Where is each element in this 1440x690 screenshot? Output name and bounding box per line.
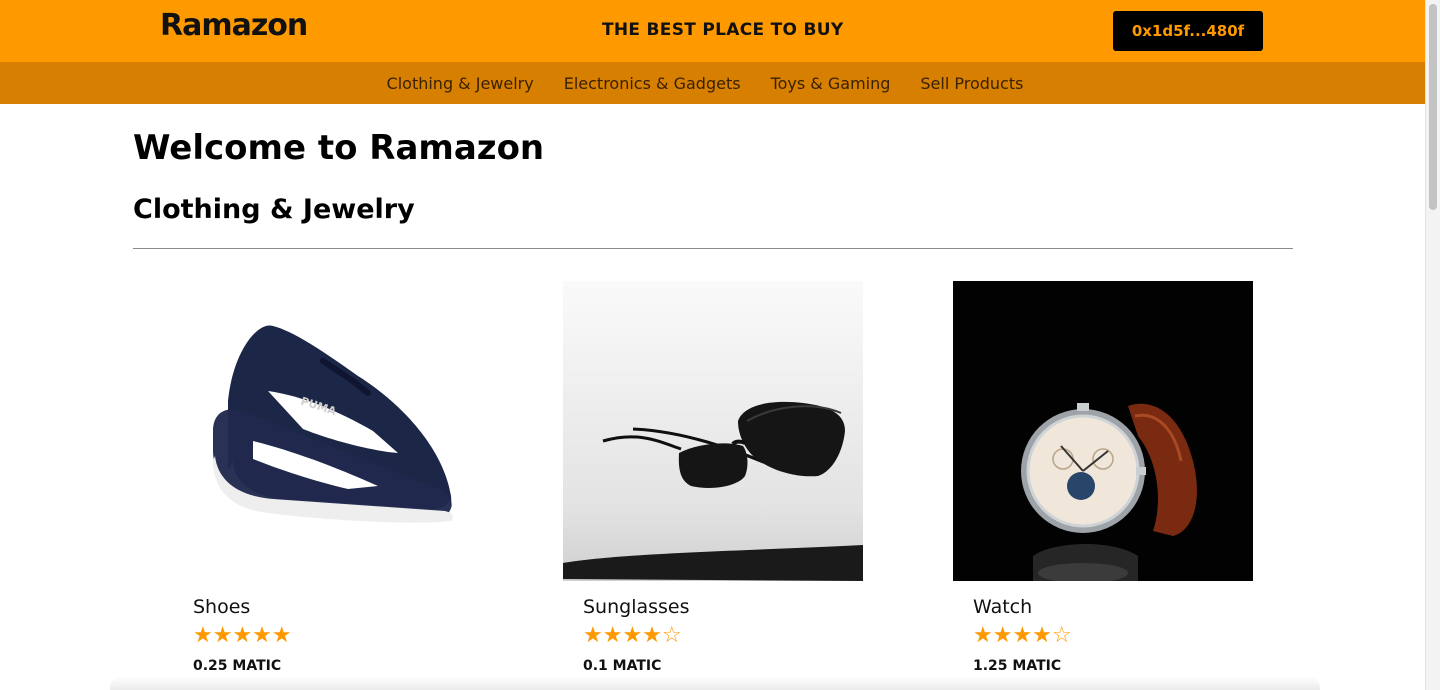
- product-name[interactable]: Sunglasses: [583, 596, 690, 618]
- wallet-button[interactable]: 0x1d5f...480f: [1113, 11, 1263, 51]
- bottom-shadow: [110, 676, 1320, 690]
- section-divider: [133, 248, 1293, 249]
- nav-link-electronics-gadgets[interactable]: Electronics & Gadgets: [564, 74, 741, 93]
- product-image-watch[interactable]: [953, 281, 1253, 581]
- nav-link-sell-products[interactable]: Sell Products: [920, 74, 1023, 93]
- vertical-scrollbar[interactable]: [1425, 0, 1440, 690]
- nav-link-clothing-jewelry[interactable]: Clothing & Jewelry: [387, 74, 534, 93]
- star-rating: ★★★★★: [193, 623, 292, 648]
- product-card-sunglasses[interactable]: Sunglasses ★★★★☆ 0.1 MATIC: [563, 281, 863, 674]
- product-card-watch[interactable]: Watch ★★★★☆ 1.25 MATIC: [953, 281, 1253, 674]
- logo[interactable]: Ramazon: [160, 8, 308, 43]
- page-title: Welcome to Ramazon: [133, 128, 545, 168]
- scrollbar-thumb[interactable]: [1429, 4, 1437, 210]
- nav-bar: Clothing & Jewelry Electronics & Gadgets…: [0, 62, 1425, 104]
- section-title: Clothing & Jewelry: [133, 194, 415, 225]
- header: Ramazon THE BEST PLACE TO BUY 0x1d5f...4…: [0, 0, 1425, 62]
- nav-link-toys-gaming[interactable]: Toys & Gaming: [771, 74, 891, 93]
- star-rating: ★★★★☆: [973, 623, 1072, 648]
- product-card-shoes[interactable]: PUMA Shoes ★★★★★ 0.25 MATIC: [173, 281, 473, 674]
- product-price: 0.25 MATIC: [193, 658, 282, 674]
- page: Ramazon THE BEST PLACE TO BUY 0x1d5f...4…: [0, 0, 1425, 690]
- product-image-sunglasses[interactable]: [563, 281, 863, 581]
- product-price: 0.1 MATIC: [583, 658, 662, 674]
- product-name[interactable]: Watch: [973, 596, 1032, 618]
- product-name[interactable]: Shoes: [193, 596, 250, 618]
- tagline: THE BEST PLACE TO BUY: [602, 20, 844, 40]
- star-rating: ★★★★☆: [583, 623, 682, 648]
- product-image-shoes[interactable]: PUMA: [173, 281, 473, 581]
- product-price: 1.25 MATIC: [973, 658, 1062, 674]
